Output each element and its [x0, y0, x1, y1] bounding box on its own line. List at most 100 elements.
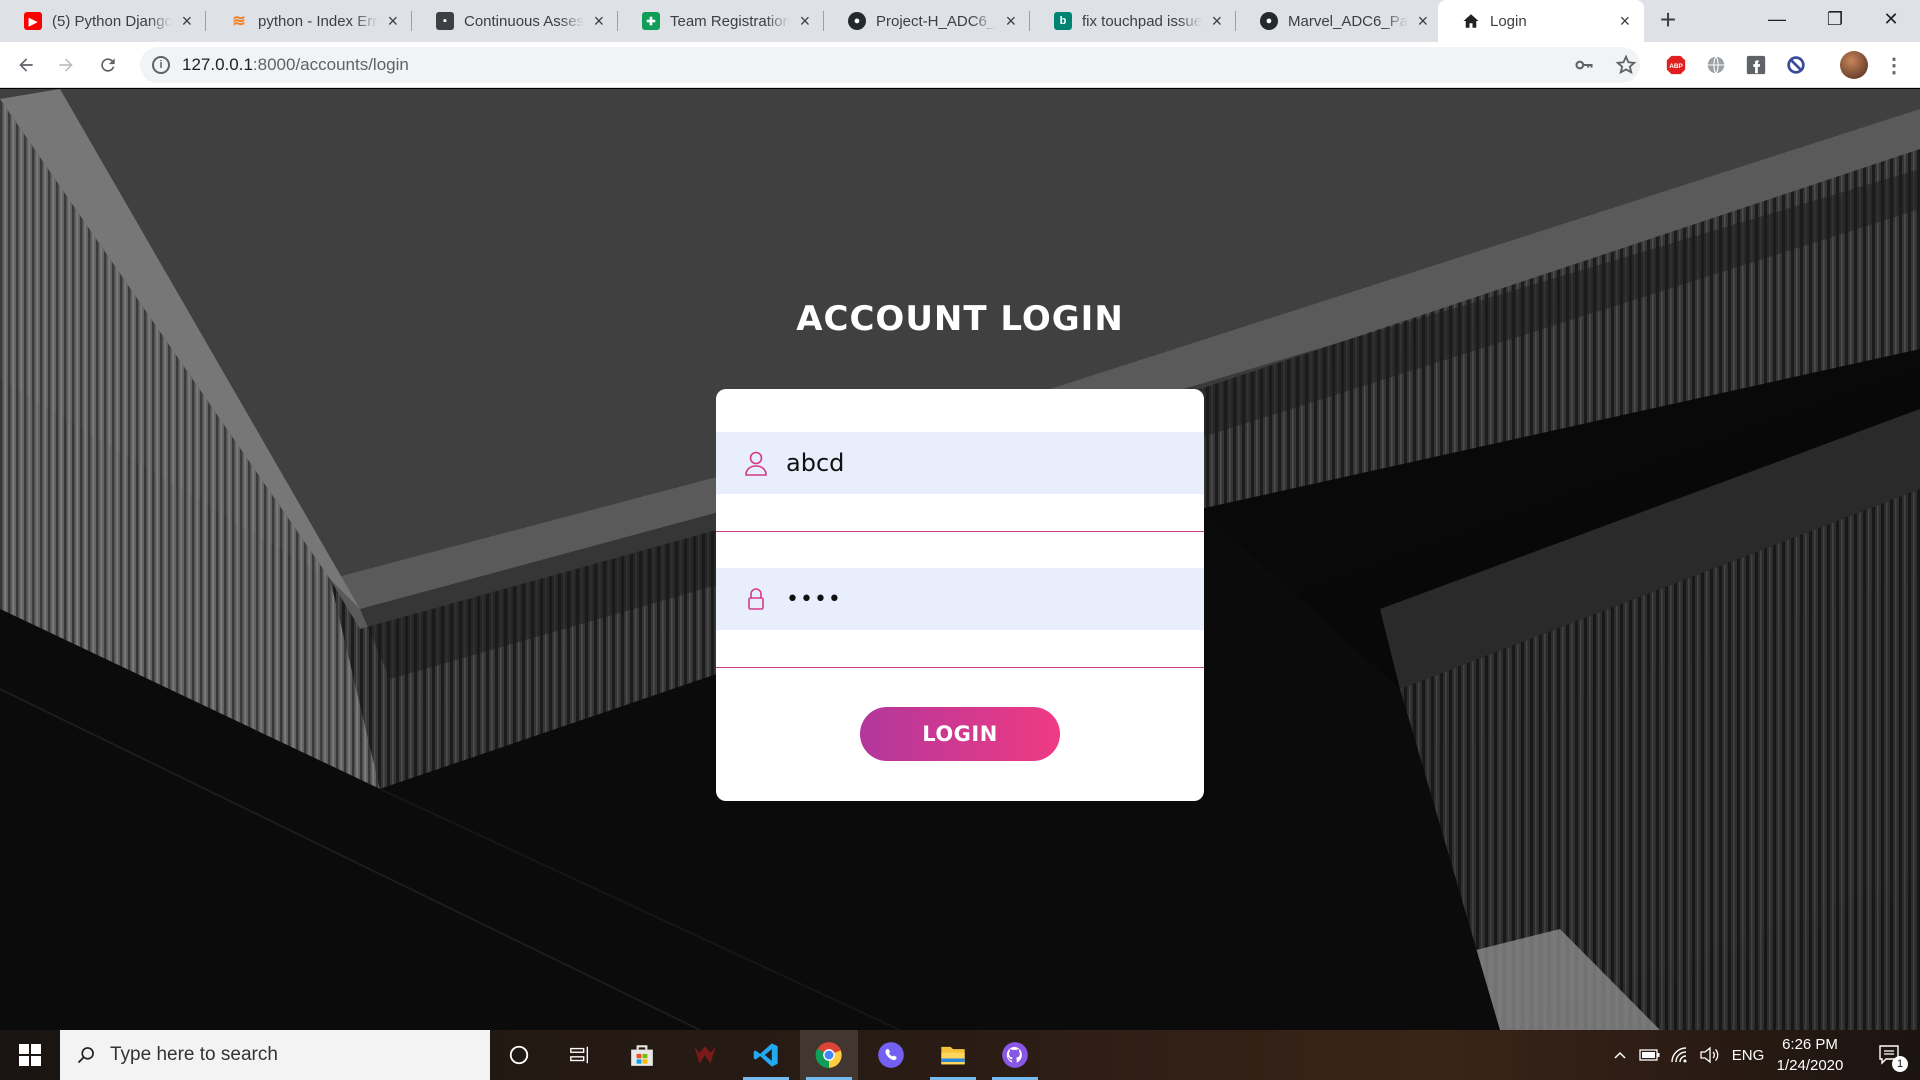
tab-title: (5) Python Django [52, 12, 172, 30]
close-icon[interactable]: × [1002, 11, 1020, 31]
viber-app[interactable] [862, 1030, 920, 1080]
tab-title: Continuous Assess [464, 12, 584, 30]
key-icon[interactable] [1572, 53, 1596, 77]
login-page: ACCOUNT LOGIN •••• LOGIN [0, 89, 1920, 1030]
star-icon[interactable] [1614, 53, 1638, 77]
github-icon: ● [1260, 12, 1278, 30]
store-app[interactable] [613, 1030, 671, 1080]
tab-bing[interactable]: b fix touchpad issue × [1030, 0, 1236, 42]
task-view-button[interactable] [551, 1030, 609, 1080]
adblock-icon[interactable]: ABP [1664, 53, 1688, 77]
arrow-right-icon [59, 58, 73, 72]
forward-button[interactable] [50, 49, 82, 81]
close-icon[interactable]: × [1616, 11, 1634, 31]
tab-title: fix touchpad issue [1082, 12, 1202, 30]
show-hidden-icons[interactable] [1606, 1030, 1634, 1080]
search-placeholder: Type here to search [110, 1044, 278, 1065]
tab-github-project[interactable]: ● Project-H_ADC6_P × [824, 0, 1030, 42]
user-icon [744, 451, 768, 476]
close-icon[interactable]: × [590, 11, 608, 31]
back-button[interactable] [10, 49, 42, 81]
username-input[interactable] [786, 449, 1166, 477]
browser-toolbar: i 127.0.0.1:8000/accounts/login ABP ⋮ [0, 42, 1920, 88]
tab-strip: ▶ (5) Python Django × ≋ python - Index E… [0, 0, 1920, 42]
tab-title: Login [1490, 12, 1527, 30]
search-icon [74, 1043, 98, 1067]
sheets-icon: ✚ [642, 12, 660, 30]
username-field[interactable] [716, 432, 1204, 494]
tab-title: Team Registration [670, 12, 790, 30]
clock-time: 6:26 PM [1782, 1036, 1838, 1053]
viber-icon [878, 1042, 904, 1068]
volume-icon[interactable] [1696, 1030, 1724, 1080]
menu-icon[interactable]: ⋮ [1882, 53, 1906, 77]
home-icon [1462, 12, 1480, 30]
reload-button[interactable] [92, 49, 124, 81]
start-button[interactable] [0, 1030, 60, 1080]
battery-icon[interactable] [1636, 1030, 1664, 1080]
lock-icon [744, 587, 768, 611]
chrome-icon [815, 1042, 842, 1068]
store-icon [631, 1045, 653, 1066]
block-icon[interactable] [1784, 53, 1808, 77]
vscode-app[interactable] [737, 1030, 795, 1080]
url-text: 127.0.0.1:8000/accounts/login [182, 55, 409, 74]
avatar[interactable] [1840, 51, 1868, 79]
predator-app[interactable] [676, 1030, 734, 1080]
minimize-button[interactable]: — [1748, 0, 1806, 38]
github-icon: ● [848, 12, 866, 30]
taskbar: Type here to search ENG 6:26 PM 1/24/202 [0, 1030, 1920, 1080]
reload-icon [101, 58, 115, 72]
close-icon[interactable]: × [178, 11, 196, 31]
login-button[interactable]: LOGIN [860, 707, 1060, 761]
close-window-button[interactable]: ✕ [1862, 0, 1920, 38]
arrow-left-icon [19, 58, 33, 72]
classroom-icon: ▪ [436, 12, 454, 30]
svg-text:ABP: ABP [1669, 63, 1683, 70]
close-icon[interactable]: × [1208, 11, 1226, 31]
globe-icon[interactable] [1704, 53, 1728, 77]
chevron-up-icon [1614, 1051, 1626, 1059]
notification-count: 1 [1892, 1056, 1908, 1072]
github-desktop-app[interactable] [986, 1030, 1044, 1080]
password-input[interactable]: •••• [786, 587, 842, 612]
password-underline [716, 667, 1204, 668]
file-explorer-app[interactable] [924, 1030, 982, 1080]
tab-title: Project-H_ADC6_P [876, 12, 996, 30]
login-form: •••• LOGIN [716, 389, 1204, 801]
action-center-button[interactable]: 1 [1864, 1030, 1914, 1080]
cortana-icon [509, 1045, 529, 1065]
tab-classroom[interactable]: ▪ Continuous Assess × [412, 0, 618, 42]
restore-button[interactable]: ❐ [1806, 0, 1864, 38]
predator-icon [694, 1046, 716, 1064]
close-icon[interactable]: × [1414, 11, 1432, 31]
tab-title: python - Index Erro [258, 12, 378, 30]
github-icon [1002, 1042, 1028, 1068]
cortana-button[interactable] [490, 1030, 548, 1080]
tab-login[interactable]: Login × [1438, 0, 1644, 42]
new-tab-button[interactable]: + [1654, 6, 1682, 35]
stackoverflow-icon: ≋ [232, 13, 246, 30]
page-title: ACCOUNT LOGIN [796, 299, 1124, 339]
youtube-icon: ▶ [24, 12, 42, 30]
tab-github-marvel[interactable]: ● Marvel_ADC6_Parti × [1236, 0, 1442, 42]
taskbar-search[interactable]: Type here to search [60, 1030, 490, 1080]
windows-icon [19, 1044, 41, 1066]
wifi-icon[interactable] [1666, 1030, 1694, 1080]
password-field[interactable]: •••• [716, 568, 1204, 630]
vscode-icon [753, 1043, 778, 1067]
tab-youtube[interactable]: ▶ (5) Python Django × [0, 0, 206, 42]
clock-date: 1/24/2020 [1776, 1057, 1844, 1074]
username-underline [716, 531, 1204, 532]
address-bar[interactable]: i 127.0.0.1:8000/accounts/login [140, 47, 1640, 83]
close-icon[interactable]: × [796, 11, 814, 31]
bing-icon: b [1054, 12, 1072, 30]
tab-sheets[interactable]: ✚ Team Registration × [618, 0, 824, 42]
chrome-app[interactable] [800, 1030, 858, 1080]
info-icon[interactable]: i [152, 56, 170, 74]
close-icon[interactable]: × [384, 11, 402, 31]
facebook-icon[interactable] [1744, 53, 1768, 77]
folder-icon [941, 1046, 965, 1065]
tab-stackoverflow[interactable]: ≋ python - Index Erro × [206, 0, 412, 42]
clock[interactable]: 6:26 PM 1/24/2020 [1760, 1034, 1860, 1076]
